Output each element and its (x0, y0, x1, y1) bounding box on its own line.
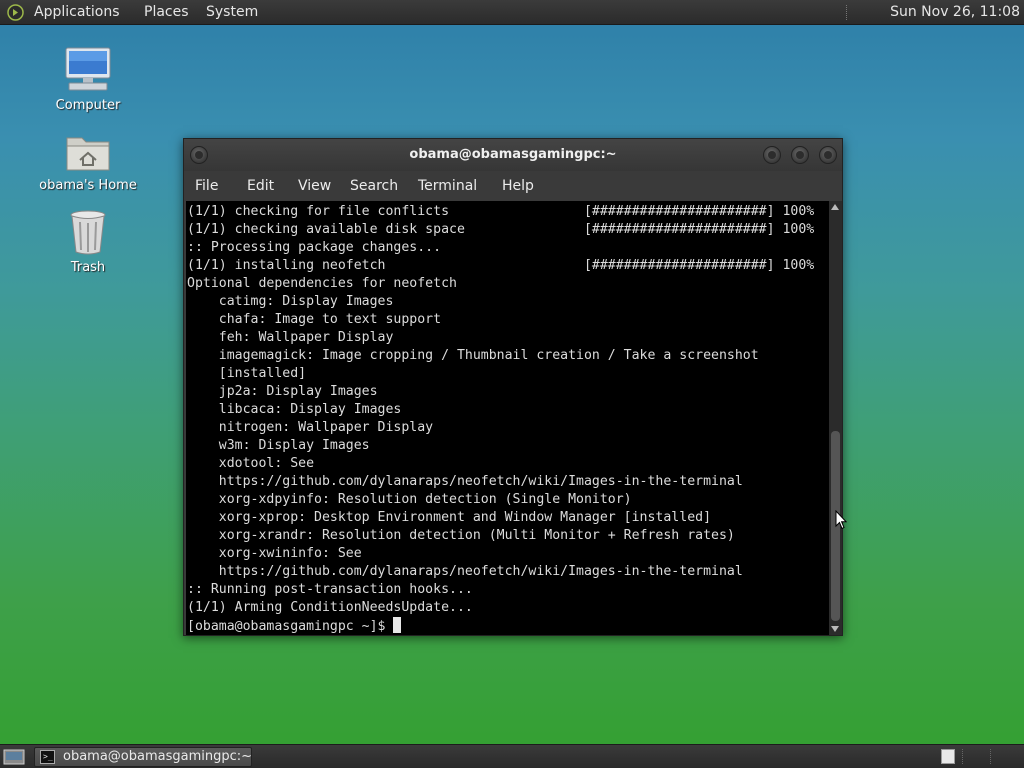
terminal-line: (1/1) checking available disk space [###… (187, 222, 815, 237)
terminal-line: nitrogen: Wallpaper Display (187, 420, 434, 435)
system-menu[interactable]: System (206, 4, 258, 20)
terminal-line: :: Running post-transaction hooks... (187, 582, 473, 597)
terminal-line: libcaca: Display Images (187, 402, 402, 417)
terminal-line: https://github.com/dylanaraps/neofetch/w… (187, 474, 743, 489)
terminal-line: xorg-xprop: Desktop Environment and Wind… (187, 510, 712, 525)
maximize-button[interactable] (791, 146, 809, 164)
mouse-pointer-icon (835, 510, 847, 530)
close-button[interactable] (819, 146, 837, 164)
terminal-line: xorg-xwininfo: See (187, 546, 362, 561)
trash-icon (70, 210, 106, 255)
desktop-icon-home[interactable]: obama's Home (33, 130, 143, 193)
menu-edit[interactable]: Edit (247, 178, 274, 194)
terminal-line: :: Processing package changes... (187, 240, 442, 255)
text-cursor (393, 617, 402, 633)
top-panel: Applications Places System Sun Nov 26, 1… (0, 0, 1024, 25)
terminal-line: Optional dependencies for neofetch (187, 276, 457, 291)
terminal-lines: (1/1) checking for file conflicts [#####… (187, 203, 829, 617)
desktop-icon-label: Trash (70, 260, 106, 275)
menu-search[interactable]: Search (350, 178, 398, 194)
terminal-line: jp2a: Display Images (187, 384, 378, 399)
terminal-line: w3m: Display Images (187, 438, 370, 453)
terminal-line: feh: Wallpaper Display (187, 330, 394, 345)
workspace-switcher-1[interactable] (941, 749, 955, 764)
workspace-switcher-3[interactable] (990, 749, 1004, 764)
menu-view[interactable]: View (298, 178, 331, 194)
menu-file[interactable]: File (195, 178, 218, 194)
terminal-prompt-line[interactable]: [obama@obamasgamingpc ~]$ (187, 617, 829, 635)
terminal-line: catimg: Display Images (187, 294, 394, 309)
bottom-panel: >_ obama@obamasgamingpc:~ (0, 744, 1024, 768)
show-desktop-icon[interactable] (3, 748, 25, 766)
places-menu[interactable]: Places (144, 4, 189, 20)
menu-terminal[interactable]: Terminal (418, 178, 477, 194)
panel-separator (846, 5, 848, 20)
terminal-line: imagemagick: Image cropping / Thumbnail … (187, 348, 759, 363)
minimize-button[interactable] (763, 146, 781, 164)
desktop-icon-computer[interactable]: Computer (33, 46, 143, 113)
terminal-line: xorg-xrandr: Resolution detection (Multi… (187, 528, 735, 543)
desktop-icon-trash[interactable]: Trash (33, 208, 143, 275)
terminal-menubar: File Edit View Search Terminal Help (184, 171, 842, 201)
taskbar-button-label: obama@obamasgamingpc:~ (63, 749, 253, 764)
menu-help[interactable]: Help (502, 178, 534, 194)
taskbar-terminal-button[interactable]: >_ obama@obamasgamingpc:~ (34, 747, 252, 767)
window-title: obama@obamasgamingpc:~ (409, 147, 617, 162)
terminal-line: [installed] (187, 366, 307, 381)
computer-icon (65, 47, 111, 91)
terminal-window[interactable]: obama@obamasgamingpc:~ File Edit View Se… (183, 138, 843, 636)
terminal-line: xdotool: See (187, 456, 315, 471)
home-folder-icon (66, 137, 110, 171)
terminal-icon: >_ (40, 750, 55, 764)
window-menu-icon[interactable] (190, 146, 208, 164)
terminal-line: https://github.com/dylanaraps/neofetch/w… (187, 564, 743, 579)
terminal-line: chafa: Image to text support (187, 312, 442, 327)
terminal-line: (1/1) installing neofetch [#############… (187, 258, 815, 273)
terminal-line: (1/1) Arming ConditionNeedsUpdate... (187, 600, 473, 615)
workspace-switcher-2[interactable] (962, 749, 976, 764)
scroll-up-icon[interactable] (831, 204, 839, 210)
scroll-down-icon[interactable] (831, 626, 839, 632)
terminal-line: xorg-xdpyinfo: Resolution detection (Sin… (187, 492, 632, 507)
terminal-scrollbar[interactable] (829, 201, 842, 635)
window-titlebar[interactable]: obama@obamasgamingpc:~ (184, 139, 842, 171)
desktop-icon-label: obama's Home (39, 178, 137, 193)
distro-logo-icon[interactable] (7, 4, 24, 21)
applications-menu[interactable]: Applications (34, 4, 120, 20)
desktop-icon-label: Computer (55, 98, 121, 113)
terminal-prompt: [obama@obamasgamingpc ~]$ (187, 619, 394, 634)
terminal-line: (1/1) checking for file conflicts [#####… (187, 204, 815, 219)
terminal-output[interactable]: (1/1) checking for file conflicts [#####… (186, 201, 829, 635)
clock[interactable]: Sun Nov 26, 11:08 (890, 4, 1020, 20)
